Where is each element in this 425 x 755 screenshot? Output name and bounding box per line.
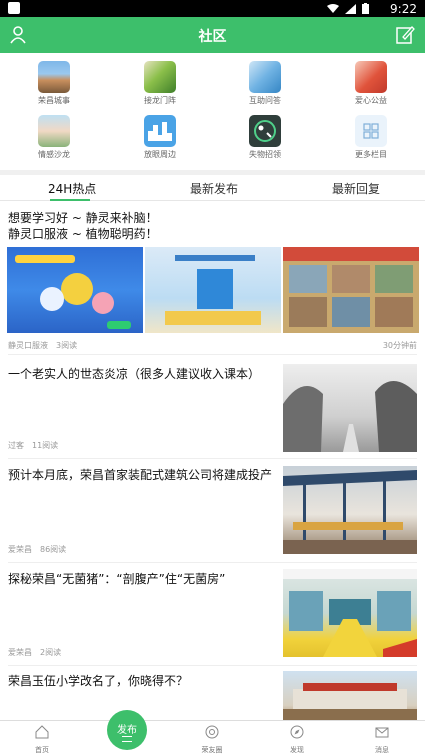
home-icon bbox=[35, 725, 49, 739]
envelope-icon bbox=[375, 727, 389, 738]
publish-button[interactable]: 发布 bbox=[107, 710, 147, 750]
category-item-city[interactable]: 荣昌城事 bbox=[9, 61, 99, 106]
category-item-more[interactable]: 更多栏目 bbox=[326, 115, 416, 160]
post-thumbnail bbox=[283, 466, 417, 554]
featured-time: 30分钟前 bbox=[382, 341, 417, 350]
category-item-qa[interactable]: 互助问答 bbox=[220, 61, 310, 106]
category-item-nearby[interactable]: 放眼周边 bbox=[115, 115, 205, 160]
tab-24h-hot[interactable]: 24H热点 bbox=[48, 180, 96, 197]
category-label: 互助问答 bbox=[249, 96, 281, 105]
featured-image-2 bbox=[145, 247, 281, 333]
post-reads: 2阅读 bbox=[40, 648, 62, 657]
featured-title-line1: 想要学习好 ~ 静灵来补脑！ bbox=[8, 211, 158, 225]
category-item-lost-found[interactable]: 失物招领 bbox=[220, 115, 310, 160]
nav-friends[interactable]: 荣友圈 bbox=[182, 721, 242, 755]
edit-icon[interactable] bbox=[395, 25, 415, 45]
chat-photo-icon bbox=[144, 61, 176, 93]
nav-label: 首页 bbox=[35, 746, 49, 754]
city-photo-icon bbox=[38, 61, 70, 93]
bottom-nav: 首页 荣友圈 发现 消息 bbox=[0, 720, 425, 755]
featured-image-3 bbox=[283, 247, 419, 333]
notification-icon bbox=[8, 2, 20, 14]
tab-latest-published[interactable]: 最新发布 bbox=[190, 180, 238, 197]
menu-icon bbox=[122, 736, 132, 742]
category-item-chat[interactable]: 接龙门阵 bbox=[115, 61, 205, 106]
post-divider bbox=[8, 562, 417, 563]
post-thumbnail bbox=[283, 671, 417, 720]
post-author: 过客 bbox=[8, 441, 24, 450]
nav-messages[interactable]: 消息 bbox=[352, 721, 412, 755]
status-bar: 9:22 bbox=[0, 0, 425, 17]
post-reads: 11阅读 bbox=[32, 441, 59, 450]
featured-author: 静灵口服液 bbox=[8, 341, 48, 350]
friends-circle-icon bbox=[205, 725, 219, 739]
compass-icon bbox=[290, 725, 304, 739]
post-thumbnail bbox=[283, 569, 417, 657]
city-skyline-icon bbox=[144, 115, 176, 147]
category-label: 情感沙龙 bbox=[38, 150, 70, 159]
nav-home[interactable]: 首页 bbox=[12, 721, 72, 755]
active-tab-indicator bbox=[50, 199, 90, 201]
charity-photo-icon bbox=[355, 61, 387, 93]
post-reads: 86阅读 bbox=[40, 545, 67, 554]
post-title: 预计本月底，荣昌首家装配式建筑公司将建成投产 bbox=[8, 468, 273, 482]
post-divider bbox=[8, 458, 417, 459]
grid-more-icon bbox=[355, 115, 387, 147]
category-label: 更多栏目 bbox=[355, 150, 387, 159]
status-time: 9:22 bbox=[390, 2, 417, 16]
page-title: 社区 bbox=[198, 29, 227, 45]
nav-label: 发现 bbox=[290, 746, 304, 754]
nav-label: 荣友圈 bbox=[201, 746, 223, 754]
post-divider bbox=[8, 354, 417, 355]
publish-label: 发布 bbox=[117, 725, 137, 736]
nav-discover[interactable]: 发现 bbox=[267, 721, 327, 755]
tab-latest-reply[interactable]: 最新回复 bbox=[332, 180, 380, 197]
signal-icon bbox=[345, 3, 356, 14]
category-label: 爱心公益 bbox=[355, 96, 387, 105]
category-grid: 荣昌城事 接龙门阵 互助问答 爱心公益 情感沙龙 放眼周边 失物招领 更多栏目 bbox=[0, 53, 425, 170]
wifi-icon bbox=[327, 3, 339, 13]
featured-title-line2: 静灵口服液 ~ 植物聪明药！ bbox=[8, 227, 158, 241]
category-item-charity[interactable]: 爱心公益 bbox=[326, 61, 416, 106]
category-label: 失物招领 bbox=[249, 150, 281, 159]
post-title: 探秘荣昌“无菌猪”：“剖腹产”住“无菌房” bbox=[8, 572, 226, 586]
feed-tabs: 24H热点 最新发布 最新回复 bbox=[0, 175, 425, 201]
post-divider bbox=[8, 665, 417, 666]
post-author: 爱荣昌 bbox=[8, 545, 32, 554]
featured-reads: 3阅读 bbox=[56, 341, 78, 350]
category-item-emotion[interactable]: 情感沙龙 bbox=[9, 115, 99, 160]
status-icons bbox=[327, 3, 369, 14]
post-author: 爱荣昌 bbox=[8, 648, 32, 657]
qa-photo-icon bbox=[249, 61, 281, 93]
battery-icon bbox=[362, 3, 369, 14]
featured-image-1 bbox=[7, 247, 143, 333]
category-label: 荣昌城事 bbox=[38, 96, 70, 105]
lost-found-icon bbox=[249, 115, 281, 147]
category-label: 放眼周边 bbox=[144, 150, 176, 159]
app-bar: 社区 bbox=[0, 17, 425, 53]
category-label: 接龙门阵 bbox=[144, 96, 176, 105]
emotion-photo-icon bbox=[38, 115, 70, 147]
nav-label: 消息 bbox=[375, 746, 389, 754]
post-title: 荣昌玉伍小学改名了，你晓得不？ bbox=[8, 674, 189, 688]
post-title: 一个老实人的世态炎凉（很多人建议收入课本） bbox=[8, 367, 261, 381]
post-thumbnail bbox=[283, 364, 417, 452]
